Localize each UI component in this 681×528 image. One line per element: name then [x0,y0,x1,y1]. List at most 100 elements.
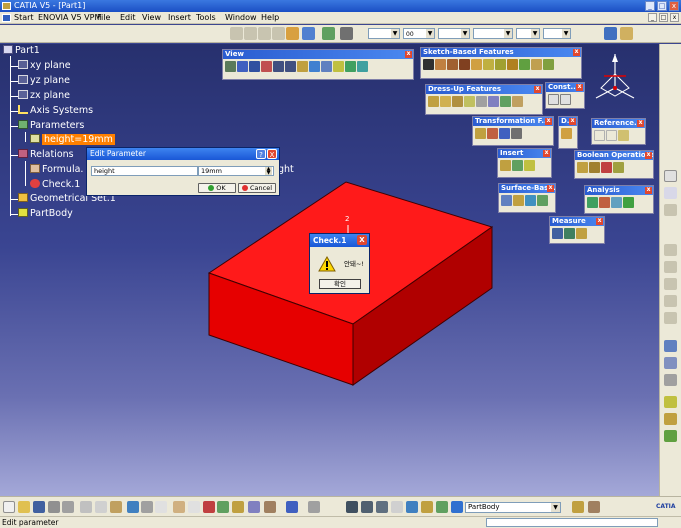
knowledge-icon[interactable] [664,430,677,442]
undo-icon[interactable] [230,27,243,40]
loft-icon[interactable] [531,59,542,70]
tree-item-xy-plane[interactable]: xy plane [18,60,71,71]
pencil-icon[interactable] [258,27,271,40]
confirm-button[interactable]: 확인 [319,279,361,289]
hide-show-icon[interactable] [345,61,356,72]
edge-fillet-icon[interactable] [428,96,439,107]
catalog-browser-icon[interactable] [248,501,260,513]
close-toolbar-button[interactable]: x [637,120,644,127]
swap-visible-icon[interactable] [357,61,368,72]
cut-icon[interactable] [80,501,92,513]
doc-restore-button[interactable]: □ [659,13,668,22]
pan-icon[interactable] [249,61,260,72]
close-window-button[interactable]: x [669,1,679,11]
insert-ordered-set-icon[interactable] [524,160,535,171]
menu-window[interactable]: Window [225,12,257,24]
draft-analysis-icon[interactable] [587,197,598,208]
axis-system-toolbar-icon[interactable] [308,501,320,513]
update-icon[interactable] [286,501,298,513]
minimize-button[interactable]: _ [645,1,655,11]
tree-item-yz-plane[interactable]: yz plane [18,75,70,86]
current-body-combo[interactable]: PartBody ▼ [465,502,561,513]
table-icon[interactable] [217,501,229,513]
view-axis-icon[interactable] [664,357,677,369]
scaling-icon[interactable] [511,128,522,139]
tree-item-parameters[interactable]: Parameters [18,120,84,131]
line-thickness-combo[interactable]: ▼ [438,28,470,39]
menu-tools[interactable]: Tools [196,12,216,24]
close-toolbar-button[interactable]: x [645,187,652,194]
apply-material-icon[interactable] [561,128,572,139]
properties-icon[interactable] [302,27,315,40]
zoom-out-icon[interactable] [285,61,296,72]
stiffener-icon[interactable] [519,59,530,70]
line-icon[interactable] [606,130,617,141]
fly-icon[interactable] [346,501,358,513]
parameter-value-field[interactable]: 19mm ▲ ▼ [198,166,274,176]
doc-minimize-button[interactable]: _ [648,13,657,22]
intersect-icon[interactable] [613,162,624,173]
print-icon[interactable] [48,501,60,513]
slot-icon[interactable] [507,59,518,70]
measure-toolbar-icon[interactable] [376,501,388,513]
add-icon[interactable] [589,162,600,173]
point-icon[interactable] [594,130,605,141]
material-icon[interactable] [664,413,677,425]
insert-geometrical-set-icon[interactable] [512,160,523,171]
translate-icon[interactable] [475,128,486,139]
tools-palette-icon[interactable] [264,501,276,513]
shading-icon[interactable] [333,61,344,72]
menu-help[interactable]: Help [261,12,279,24]
menu-edit[interactable]: Edit [120,12,136,24]
close-toolbar-button[interactable]: x [405,51,412,58]
quick-print-icon[interactable] [62,501,74,513]
constraint-dialog-icon[interactable] [560,94,571,105]
remove-icon[interactable] [601,162,612,173]
tree-item-partbody[interactable]: PartBody [18,208,73,219]
fit-all-icon[interactable] [237,61,248,72]
close-toolbar-button[interactable]: x [576,84,583,91]
pad-icon[interactable] [435,59,446,70]
measure-item-icon[interactable] [564,228,575,239]
open-icon[interactable] [18,501,30,513]
thickness-icon[interactable] [476,96,487,107]
tree-item-check[interactable]: Check.1 [30,179,80,190]
measure-inertia-icon[interactable] [576,228,587,239]
close-dialog-button[interactable]: X [357,235,367,245]
color-combo[interactable]: ▼ [368,28,400,39]
normal-view-icon[interactable] [297,61,308,72]
painter-icon[interactable] [620,27,633,40]
part-design-icon[interactable] [436,501,448,513]
split-icon[interactable] [501,195,512,206]
knowledge-toolbar-icon[interactable] [588,501,600,513]
sew-surface-icon[interactable] [537,195,548,206]
redo-icon[interactable] [141,501,153,513]
ok-button[interactable]: OK [198,183,236,193]
construction-icon[interactable] [664,278,677,290]
thick-surface-icon[interactable] [513,195,524,206]
thread-icon[interactable] [488,96,499,107]
tree-root-part1[interactable]: Part1 [3,45,40,56]
command-input[interactable] [486,518,658,527]
shaft-icon[interactable] [459,59,470,70]
menu-insert[interactable]: Insert [168,12,191,24]
copy-icon[interactable] [95,501,107,513]
close-dialog-button[interactable]: X [267,149,277,159]
layer-combo[interactable]: ▼ [543,28,571,39]
plane-tool-icon[interactable] [618,130,629,141]
remove-face-icon[interactable] [500,96,511,107]
remove-loft-icon[interactable] [543,59,554,70]
geometric-constraint-icon[interactable] [664,295,677,307]
close-toolbar-button[interactable]: x [543,150,550,157]
sketch-tools-icon[interactable] [664,187,677,199]
formula-toolbar-icon[interactable] [173,501,185,513]
parameter-name-field[interactable]: height [91,166,198,176]
chamfer-icon[interactable] [440,96,451,107]
close-toolbar-button[interactable]: x [645,152,652,159]
measure-between-icon[interactable] [552,228,563,239]
draft-icon[interactable] [452,96,463,107]
curvature-analysis-icon[interactable] [599,197,610,208]
new-icon[interactable] [3,501,15,513]
whats-this-icon[interactable] [155,501,167,513]
close-toolbar-button[interactable]: x [534,86,541,93]
